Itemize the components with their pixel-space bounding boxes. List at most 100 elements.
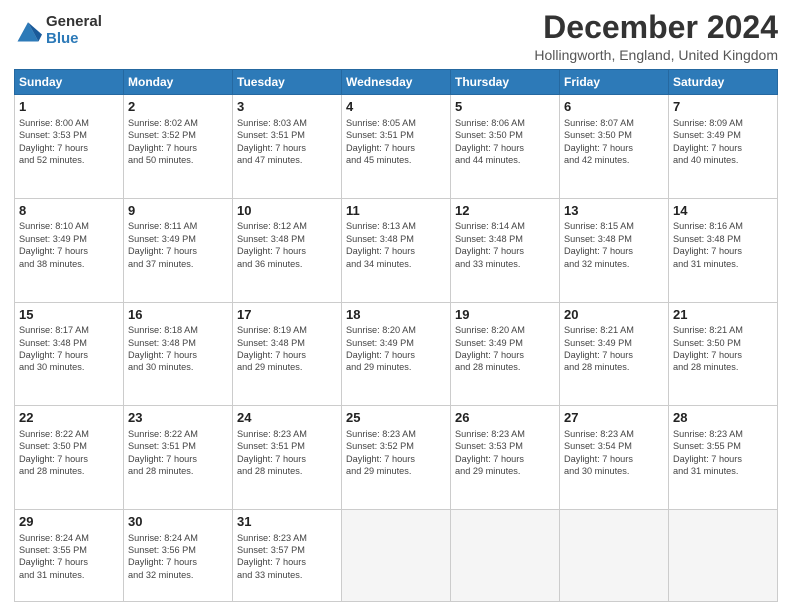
logo-blue: Blue <box>46 31 102 48</box>
location: Hollingworth, England, United Kingdom <box>534 47 778 63</box>
table-row <box>342 510 451 602</box>
cell-content: Sunrise: 8:22 AM Sunset: 3:50 PM Dayligh… <box>19 428 119 478</box>
day-number: 24 <box>237 409 337 427</box>
calendar-row-4: 22Sunrise: 8:22 AM Sunset: 3:50 PM Dayli… <box>15 406 778 510</box>
table-row: 14Sunrise: 8:16 AM Sunset: 3:48 PM Dayli… <box>669 198 778 302</box>
day-number: 7 <box>673 98 773 116</box>
table-row: 4Sunrise: 8:05 AM Sunset: 3:51 PM Daylig… <box>342 95 451 199</box>
table-row: 21Sunrise: 8:21 AM Sunset: 3:50 PM Dayli… <box>669 302 778 406</box>
col-saturday: Saturday <box>669 70 778 95</box>
day-number: 1 <box>19 98 119 116</box>
logo: General Blue <box>14 14 102 47</box>
calendar-row-3: 15Sunrise: 8:17 AM Sunset: 3:48 PM Dayli… <box>15 302 778 406</box>
cell-content: Sunrise: 8:20 AM Sunset: 3:49 PM Dayligh… <box>455 324 555 374</box>
cell-content: Sunrise: 8:09 AM Sunset: 3:49 PM Dayligh… <box>673 117 773 167</box>
day-number: 4 <box>346 98 446 116</box>
day-number: 15 <box>19 306 119 324</box>
day-number: 16 <box>128 306 228 324</box>
cell-content: Sunrise: 8:15 AM Sunset: 3:48 PM Dayligh… <box>564 220 664 270</box>
cell-content: Sunrise: 8:20 AM Sunset: 3:49 PM Dayligh… <box>346 324 446 374</box>
calendar-row-2: 8Sunrise: 8:10 AM Sunset: 3:49 PM Daylig… <box>15 198 778 302</box>
cell-content: Sunrise: 8:23 AM Sunset: 3:54 PM Dayligh… <box>564 428 664 478</box>
cell-content: Sunrise: 8:18 AM Sunset: 3:48 PM Dayligh… <box>128 324 228 374</box>
table-row <box>669 510 778 602</box>
cell-content: Sunrise: 8:06 AM Sunset: 3:50 PM Dayligh… <box>455 117 555 167</box>
day-number: 14 <box>673 202 773 220</box>
logo-icon <box>14 17 42 45</box>
table-row: 23Sunrise: 8:22 AM Sunset: 3:51 PM Dayli… <box>124 406 233 510</box>
day-number: 5 <box>455 98 555 116</box>
day-number: 17 <box>237 306 337 324</box>
logo-text: General Blue <box>46 14 102 47</box>
day-number: 25 <box>346 409 446 427</box>
table-row: 28Sunrise: 8:23 AM Sunset: 3:55 PM Dayli… <box>669 406 778 510</box>
cell-content: Sunrise: 8:19 AM Sunset: 3:48 PM Dayligh… <box>237 324 337 374</box>
col-friday: Friday <box>560 70 669 95</box>
title-section: December 2024 Hollingworth, England, Uni… <box>534 10 778 63</box>
day-number: 21 <box>673 306 773 324</box>
table-row <box>451 510 560 602</box>
day-number: 27 <box>564 409 664 427</box>
day-number: 28 <box>673 409 773 427</box>
table-row: 8Sunrise: 8:10 AM Sunset: 3:49 PM Daylig… <box>15 198 124 302</box>
cell-content: Sunrise: 8:11 AM Sunset: 3:49 PM Dayligh… <box>128 220 228 270</box>
day-number: 3 <box>237 98 337 116</box>
cell-content: Sunrise: 8:14 AM Sunset: 3:48 PM Dayligh… <box>455 220 555 270</box>
day-number: 8 <box>19 202 119 220</box>
col-wednesday: Wednesday <box>342 70 451 95</box>
day-number: 18 <box>346 306 446 324</box>
logo-general: General <box>46 14 102 31</box>
table-row: 30Sunrise: 8:24 AM Sunset: 3:56 PM Dayli… <box>124 510 233 602</box>
table-row: 17Sunrise: 8:19 AM Sunset: 3:48 PM Dayli… <box>233 302 342 406</box>
day-number: 10 <box>237 202 337 220</box>
table-row: 11Sunrise: 8:13 AM Sunset: 3:48 PM Dayli… <box>342 198 451 302</box>
table-row: 6Sunrise: 8:07 AM Sunset: 3:50 PM Daylig… <box>560 95 669 199</box>
table-row: 3Sunrise: 8:03 AM Sunset: 3:51 PM Daylig… <box>233 95 342 199</box>
day-number: 19 <box>455 306 555 324</box>
col-tuesday: Tuesday <box>233 70 342 95</box>
table-row: 19Sunrise: 8:20 AM Sunset: 3:49 PM Dayli… <box>451 302 560 406</box>
day-number: 13 <box>564 202 664 220</box>
day-number: 9 <box>128 202 228 220</box>
cell-content: Sunrise: 8:05 AM Sunset: 3:51 PM Dayligh… <box>346 117 446 167</box>
table-row: 26Sunrise: 8:23 AM Sunset: 3:53 PM Dayli… <box>451 406 560 510</box>
table-row: 7Sunrise: 8:09 AM Sunset: 3:49 PM Daylig… <box>669 95 778 199</box>
table-row: 2Sunrise: 8:02 AM Sunset: 3:52 PM Daylig… <box>124 95 233 199</box>
day-number: 11 <box>346 202 446 220</box>
table-row: 1Sunrise: 8:00 AM Sunset: 3:53 PM Daylig… <box>15 95 124 199</box>
table-row: 25Sunrise: 8:23 AM Sunset: 3:52 PM Dayli… <box>342 406 451 510</box>
cell-content: Sunrise: 8:23 AM Sunset: 3:51 PM Dayligh… <box>237 428 337 478</box>
calendar-row-5: 29Sunrise: 8:24 AM Sunset: 3:55 PM Dayli… <box>15 510 778 602</box>
table-row: 20Sunrise: 8:21 AM Sunset: 3:49 PM Dayli… <box>560 302 669 406</box>
table-row: 12Sunrise: 8:14 AM Sunset: 3:48 PM Dayli… <box>451 198 560 302</box>
cell-content: Sunrise: 8:23 AM Sunset: 3:55 PM Dayligh… <box>673 428 773 478</box>
table-row: 15Sunrise: 8:17 AM Sunset: 3:48 PM Dayli… <box>15 302 124 406</box>
table-row: 16Sunrise: 8:18 AM Sunset: 3:48 PM Dayli… <box>124 302 233 406</box>
day-number: 2 <box>128 98 228 116</box>
day-number: 30 <box>128 513 228 531</box>
cell-content: Sunrise: 8:03 AM Sunset: 3:51 PM Dayligh… <box>237 117 337 167</box>
cell-content: Sunrise: 8:07 AM Sunset: 3:50 PM Dayligh… <box>564 117 664 167</box>
day-number: 23 <box>128 409 228 427</box>
month-title: December 2024 <box>534 10 778 45</box>
table-row: 22Sunrise: 8:22 AM Sunset: 3:50 PM Dayli… <box>15 406 124 510</box>
day-number: 22 <box>19 409 119 427</box>
calendar-header-row: Sunday Monday Tuesday Wednesday Thursday… <box>15 70 778 95</box>
header: General Blue December 2024 Hollingworth,… <box>14 10 778 63</box>
cell-content: Sunrise: 8:13 AM Sunset: 3:48 PM Dayligh… <box>346 220 446 270</box>
page: General Blue December 2024 Hollingworth,… <box>0 0 792 612</box>
day-number: 26 <box>455 409 555 427</box>
calendar-row-1: 1Sunrise: 8:00 AM Sunset: 3:53 PM Daylig… <box>15 95 778 199</box>
cell-content: Sunrise: 8:00 AM Sunset: 3:53 PM Dayligh… <box>19 117 119 167</box>
cell-content: Sunrise: 8:12 AM Sunset: 3:48 PM Dayligh… <box>237 220 337 270</box>
col-sunday: Sunday <box>15 70 124 95</box>
cell-content: Sunrise: 8:02 AM Sunset: 3:52 PM Dayligh… <box>128 117 228 167</box>
table-row: 10Sunrise: 8:12 AM Sunset: 3:48 PM Dayli… <box>233 198 342 302</box>
cell-content: Sunrise: 8:21 AM Sunset: 3:49 PM Dayligh… <box>564 324 664 374</box>
table-row: 29Sunrise: 8:24 AM Sunset: 3:55 PM Dayli… <box>15 510 124 602</box>
cell-content: Sunrise: 8:23 AM Sunset: 3:57 PM Dayligh… <box>237 532 337 582</box>
cell-content: Sunrise: 8:16 AM Sunset: 3:48 PM Dayligh… <box>673 220 773 270</box>
cell-content: Sunrise: 8:24 AM Sunset: 3:56 PM Dayligh… <box>128 532 228 582</box>
day-number: 12 <box>455 202 555 220</box>
cell-content: Sunrise: 8:21 AM Sunset: 3:50 PM Dayligh… <box>673 324 773 374</box>
